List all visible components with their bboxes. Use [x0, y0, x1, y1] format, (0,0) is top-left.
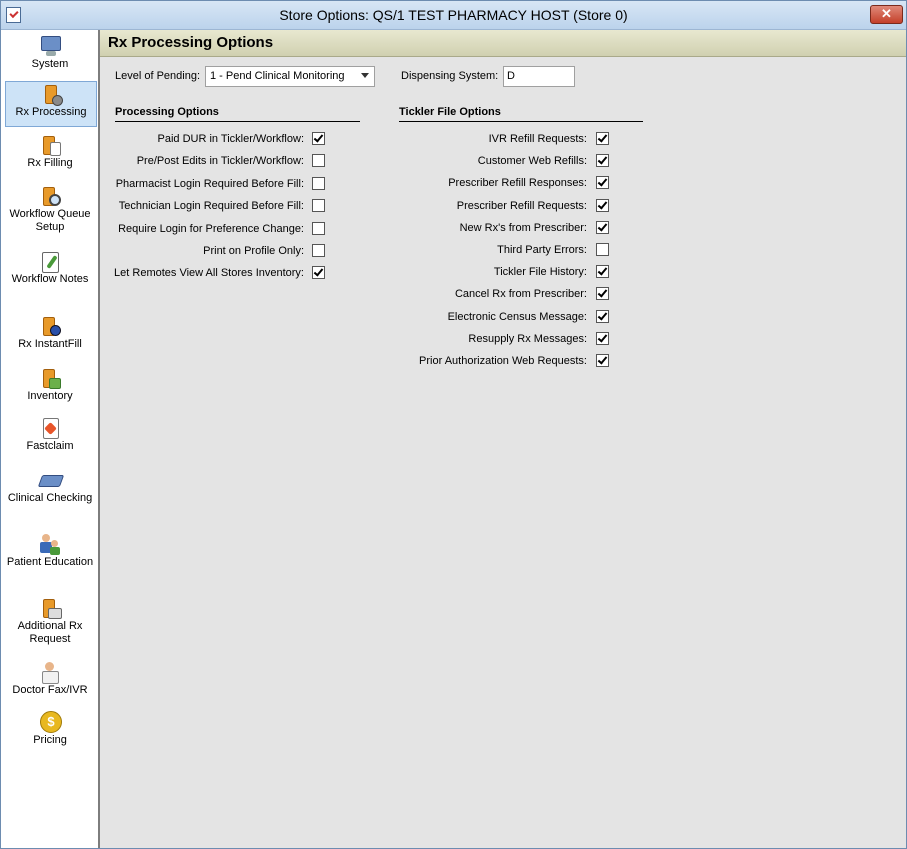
tickler-option-checkbox[interactable] — [596, 243, 609, 256]
tickler-option-checkbox[interactable] — [596, 154, 609, 167]
tickler-option-label: Prior Authorization Web Requests: — [419, 355, 587, 367]
sidebar-item-fastclaim[interactable]: Fastclaim — [5, 416, 95, 460]
processing-option-label: Print on Profile Only: — [203, 245, 304, 257]
bottle-document-icon — [38, 596, 62, 620]
processing-options-divider — [115, 121, 360, 122]
processing-option-checkbox[interactable] — [312, 154, 325, 167]
sidebar-item-workflow-queue-setup[interactable]: Workflow Queue Setup — [5, 184, 95, 242]
tickler-option-checkbox[interactable] — [596, 332, 609, 345]
bottle-disc-icon — [38, 314, 62, 338]
sidebar-item-patient-education[interactable]: Patient Education — [5, 532, 95, 584]
processing-option-label: Let Remotes View All Stores Inventory: — [114, 267, 304, 279]
sidebar-item-system[interactable]: System — [5, 34, 95, 78]
bottle-paper-icon — [38, 133, 62, 157]
sidebar-item-workflow-notes[interactable]: Workflow Notes — [5, 249, 95, 301]
processing-option-checkbox[interactable] — [312, 244, 325, 257]
sidebar-item-doctor-fax-ivr[interactable]: Doctor Fax/IVR — [5, 660, 95, 704]
tickler-option-label: Cancel Rx from Prescriber: — [454, 288, 587, 300]
processing-option-label: Technician Login Required Before Fill: — [118, 200, 304, 212]
processing-option-checkbox[interactable] — [312, 222, 325, 235]
title-bar: Store Options: QS/1 TEST PHARMACY HOST (… — [1, 1, 906, 30]
dollar-coin-icon: $ — [38, 710, 62, 734]
processing-option-label: Require Login for Preference Change: — [118, 223, 304, 235]
sidebar-item-rx-processing[interactable]: Rx Processing — [5, 81, 97, 127]
level-of-pending-label: Level of Pending: — [115, 70, 201, 82]
computer-icon — [38, 34, 62, 58]
dispensing-system-label: Dispensing System: — [401, 70, 499, 82]
sidebar-item-inventory[interactable]: Inventory — [5, 366, 95, 410]
tickler-option-label: Customer Web Refills: — [477, 155, 587, 167]
sidebar-item-rx-instantfill[interactable]: Rx InstantFill — [5, 314, 95, 358]
processing-option-label: Pre/Post Edits in Tickler/Workflow: — [136, 155, 304, 167]
sidebar-item-additional-rx-request[interactable]: Additional Rx Request — [5, 596, 95, 648]
bottle-magnifier-icon — [38, 184, 62, 208]
people-icon — [38, 532, 62, 556]
book-icon — [37, 468, 65, 492]
processing-option-checkbox[interactable] — [312, 199, 325, 212]
tickler-option-label: Third Party Errors: — [497, 244, 587, 256]
store-options-window: Store Options: QS/1 TEST PHARMACY HOST (… — [0, 0, 907, 849]
tickler-option-checkbox[interactable] — [596, 354, 609, 367]
bottle-gear-icon — [39, 82, 63, 106]
chevron-down-icon — [361, 73, 369, 78]
processing-option-checkbox[interactable] — [312, 132, 325, 145]
tickler-option-label: Resupply Rx Messages: — [468, 333, 587, 345]
sidebar-item-pricing[interactable]: $ Pricing — [5, 710, 95, 754]
tickler-option-checkbox[interactable] — [596, 199, 609, 212]
tickler-option-checkbox[interactable] — [596, 132, 609, 145]
sidebar-item-clinical-checking[interactable]: Clinical Checking — [5, 468, 95, 520]
sidebar: System Rx Processing Rx Filling Workflow… — [1, 30, 100, 848]
tickler-option-label: Prescriber Refill Requests: — [456, 200, 587, 212]
processing-options-title: Processing Options — [115, 106, 219, 118]
tickler-option-checkbox[interactable] — [596, 265, 609, 278]
notepad-pencil-icon — [38, 249, 62, 273]
section-header: Rx Processing Options — [100, 30, 906, 57]
tickler-option-label: Electronic Census Message: — [447, 311, 587, 323]
tickler-options-divider — [399, 121, 643, 122]
tickler-options-title: Tickler File Options — [399, 106, 501, 118]
tickler-option-checkbox[interactable] — [596, 310, 609, 323]
close-button[interactable]: ✕ — [870, 5, 903, 24]
page-title: Rx Processing Options — [108, 34, 274, 51]
window-title: Store Options: QS/1 TEST PHARMACY HOST (… — [279, 7, 628, 23]
processing-option-checkbox[interactable] — [312, 177, 325, 190]
tickler-option-label: New Rx's from Prescriber: — [459, 222, 587, 234]
level-of-pending-select[interactable]: 1 - Pend Clinical Monitoring — [205, 66, 375, 87]
doctor-icon — [38, 660, 62, 684]
tickler-option-checkbox[interactable] — [596, 287, 609, 300]
bottle-boxes-icon — [38, 366, 62, 390]
document-arrow-icon — [38, 416, 62, 440]
dispensing-system-input[interactable]: D — [503, 66, 575, 87]
sidebar-item-rx-filling[interactable]: Rx Filling — [5, 133, 95, 177]
processing-option-label: Pharmacist Login Required Before Fill: — [115, 178, 304, 190]
processing-option-label: Paid DUR in Tickler/Workflow: — [157, 133, 305, 145]
tickler-option-label: Prescriber Refill Responses: — [448, 177, 587, 189]
tickler-option-checkbox[interactable] — [596, 176, 609, 189]
processing-option-checkbox[interactable] — [312, 266, 325, 279]
tickler-option-checkbox[interactable] — [596, 221, 609, 234]
tickler-option-label: IVR Refill Requests: — [488, 133, 587, 145]
tickler-option-label: Tickler File History: — [493, 266, 587, 278]
